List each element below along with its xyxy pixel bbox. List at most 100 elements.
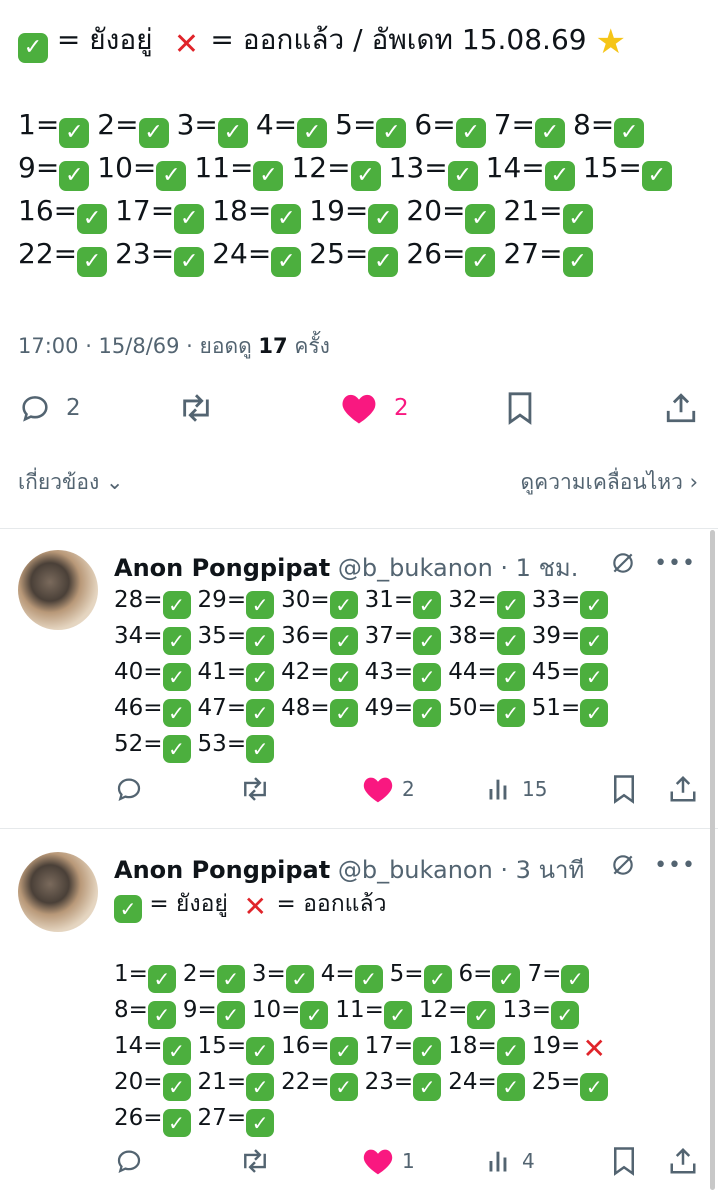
status-entry: 46= ✓	[114, 695, 191, 727]
bookmark-button[interactable]	[504, 388, 536, 428]
entry-number: 8=	[572, 108, 615, 141]
check-icon: ✓	[496, 1037, 525, 1065]
check-icon: ✓	[246, 735, 275, 763]
author-name[interactable]: Anon Pongpipat	[114, 856, 330, 884]
status-entry: 30= ✓	[281, 587, 358, 619]
share-button[interactable]	[668, 1144, 698, 1178]
check-icon: ✓	[329, 627, 358, 655]
retweet-button[interactable]	[176, 388, 216, 428]
check-icon: ✓	[300, 1001, 329, 1029]
grok-icon[interactable]	[610, 550, 636, 576]
entry-number: 49=	[364, 695, 414, 721]
entry-number: 2=	[97, 108, 139, 141]
check-icon: ✓	[534, 118, 565, 148]
status-entry: 5= ✓	[335, 108, 407, 148]
number-row: 1= ✓ 2= ✓ 3= ✓ 4= ✓ 5= ✓ 6= ✓ 7= ✓ 8= ✓	[18, 103, 708, 148]
reply-number-grid: 28= ✓ 29= ✓ 30= ✓ 31= ✓ 32= ✓ 33= ✓ 34= ✓ 35= ✓ 36= ✓ 37= ✓…	[114, 582, 704, 763]
status-entry: 42= ✓	[281, 659, 358, 691]
share-button[interactable]	[668, 772, 698, 806]
check-icon: ✓	[246, 1073, 275, 1101]
check-icon: ✓	[580, 663, 609, 691]
entry-number: 32=	[448, 587, 497, 613]
status-entry: 16= ✓	[281, 1033, 358, 1065]
check-icon: ✓	[77, 247, 108, 277]
reply-tweet[interactable]: Anon Pongpipat @b_bukanon · 1 ชม. ••• 28…	[0, 528, 718, 828]
status-entry: 51= ✓	[532, 695, 609, 727]
check-icon: ✓	[413, 699, 442, 727]
entry-number: 22=	[18, 237, 78, 270]
like-button[interactable]: 2	[362, 772, 415, 806]
reply-button[interactable]	[114, 772, 144, 806]
check-icon: ✓	[329, 1073, 358, 1101]
retweet-button[interactable]	[238, 1144, 272, 1178]
entry-number: 31=	[364, 587, 414, 613]
status-entry: 21= ✓	[503, 194, 593, 234]
bookmark-button[interactable]	[610, 1144, 638, 1178]
check-icon: ✓	[246, 591, 275, 619]
retweet-button[interactable]	[238, 772, 272, 806]
entry-number: 5=	[335, 108, 377, 141]
number-row: 22= ✓ 23= ✓ 24= ✓ 25= ✓ 26= ✓ 27= ✓	[18, 232, 708, 277]
number-row: 20= ✓ 21= ✓ 22= ✓ 23= ✓ 24= ✓ 25= ✓	[114, 1064, 704, 1101]
check-icon: ✓	[246, 627, 275, 655]
scrollbar[interactable]	[710, 530, 715, 1190]
check-icon: ✓	[59, 118, 90, 148]
tweet-timestamp: 17:00 · 15/8/69 · ยอดดู	[18, 334, 252, 358]
status-entry: 45= ✓	[532, 659, 609, 691]
check-icon: ✓	[246, 699, 275, 727]
check-icon: ✓	[246, 663, 275, 691]
check-icon: ✓	[18, 33, 48, 63]
entry-number: 52=	[114, 731, 163, 757]
status-entry: 4= ✓	[321, 961, 383, 993]
like-count: 1	[402, 1149, 415, 1173]
entry-number: 53=	[197, 731, 247, 757]
like-button[interactable]: 1	[362, 1144, 415, 1178]
entry-number: 14=	[485, 151, 545, 184]
status-entry: 26= ✓	[406, 237, 496, 277]
divider	[0, 828, 718, 829]
like-button[interactable]: 2	[340, 388, 409, 428]
check-icon: ✓	[114, 895, 142, 923]
share-button[interactable]	[664, 388, 698, 428]
bookmark-button[interactable]	[610, 772, 638, 806]
more-options-icon[interactable]: •••	[654, 853, 696, 878]
status-entry: 5= ✓	[390, 961, 452, 993]
views-button[interactable]: 4	[486, 1144, 535, 1178]
reply-top-icons: •••	[610, 852, 696, 878]
reply-button[interactable]	[114, 1144, 144, 1178]
avatar[interactable]	[18, 550, 98, 630]
entry-number: 28=	[114, 587, 163, 613]
heart-icon	[363, 777, 393, 803]
grok-icon[interactable]	[610, 852, 636, 878]
tweet-action-bar: 2 2	[0, 388, 718, 428]
number-row: 1= ✓ 2= ✓ 3= ✓ 4= ✓ 5= ✓ 6= ✓ 7= ✓	[114, 956, 704, 993]
views-button[interactable]: 15	[486, 772, 547, 806]
check-icon: ✓	[329, 699, 358, 727]
number-row: 16= ✓ 17= ✓ 18= ✓ 19= ✓ 20= ✓ 21= ✓	[18, 189, 708, 234]
share-icon	[670, 775, 696, 802]
author-name[interactable]: Anon Pongpipat	[114, 554, 330, 582]
legend-check-text: = ยังอยู่	[149, 891, 228, 917]
more-options-icon[interactable]: •••	[654, 551, 696, 576]
avatar[interactable]	[18, 852, 98, 932]
reply-button[interactable]: 2	[18, 388, 81, 428]
check-icon: ✓	[544, 161, 575, 191]
check-icon: ✓	[413, 1037, 442, 1065]
check-icon: ✓	[413, 1073, 442, 1101]
status-entry: 22= ✓	[18, 237, 108, 277]
reply-icon	[117, 1150, 141, 1174]
status-entry: 43= ✓	[365, 659, 442, 691]
check-icon: ✓	[217, 118, 248, 148]
status-entry: 10= ✓	[252, 997, 329, 1029]
related-tab[interactable]: เกี่ยวข้อง ⌄	[18, 470, 124, 494]
reply-tweet[interactable]: Anon Pongpipat @b_bukanon · 3 นาที ••• ✓…	[0, 830, 718, 1200]
entry-number: 27=	[503, 237, 563, 270]
entry-number: 3=	[251, 961, 286, 987]
number-row: 14= ✓ 15= ✓ 16= ✓ 17= ✓ 18= ✓ 19=✕	[114, 1028, 704, 1065]
entry-number: 20=	[406, 194, 466, 227]
reply-action-bar: 1 4	[0, 1144, 718, 1178]
view-count: 4	[522, 1149, 535, 1173]
check-icon: ✓	[413, 627, 442, 655]
view-activity-link[interactable]: ดูความเคลื่อนไหว ›	[521, 466, 698, 499]
status-entry: 11= ✓	[335, 997, 412, 1029]
